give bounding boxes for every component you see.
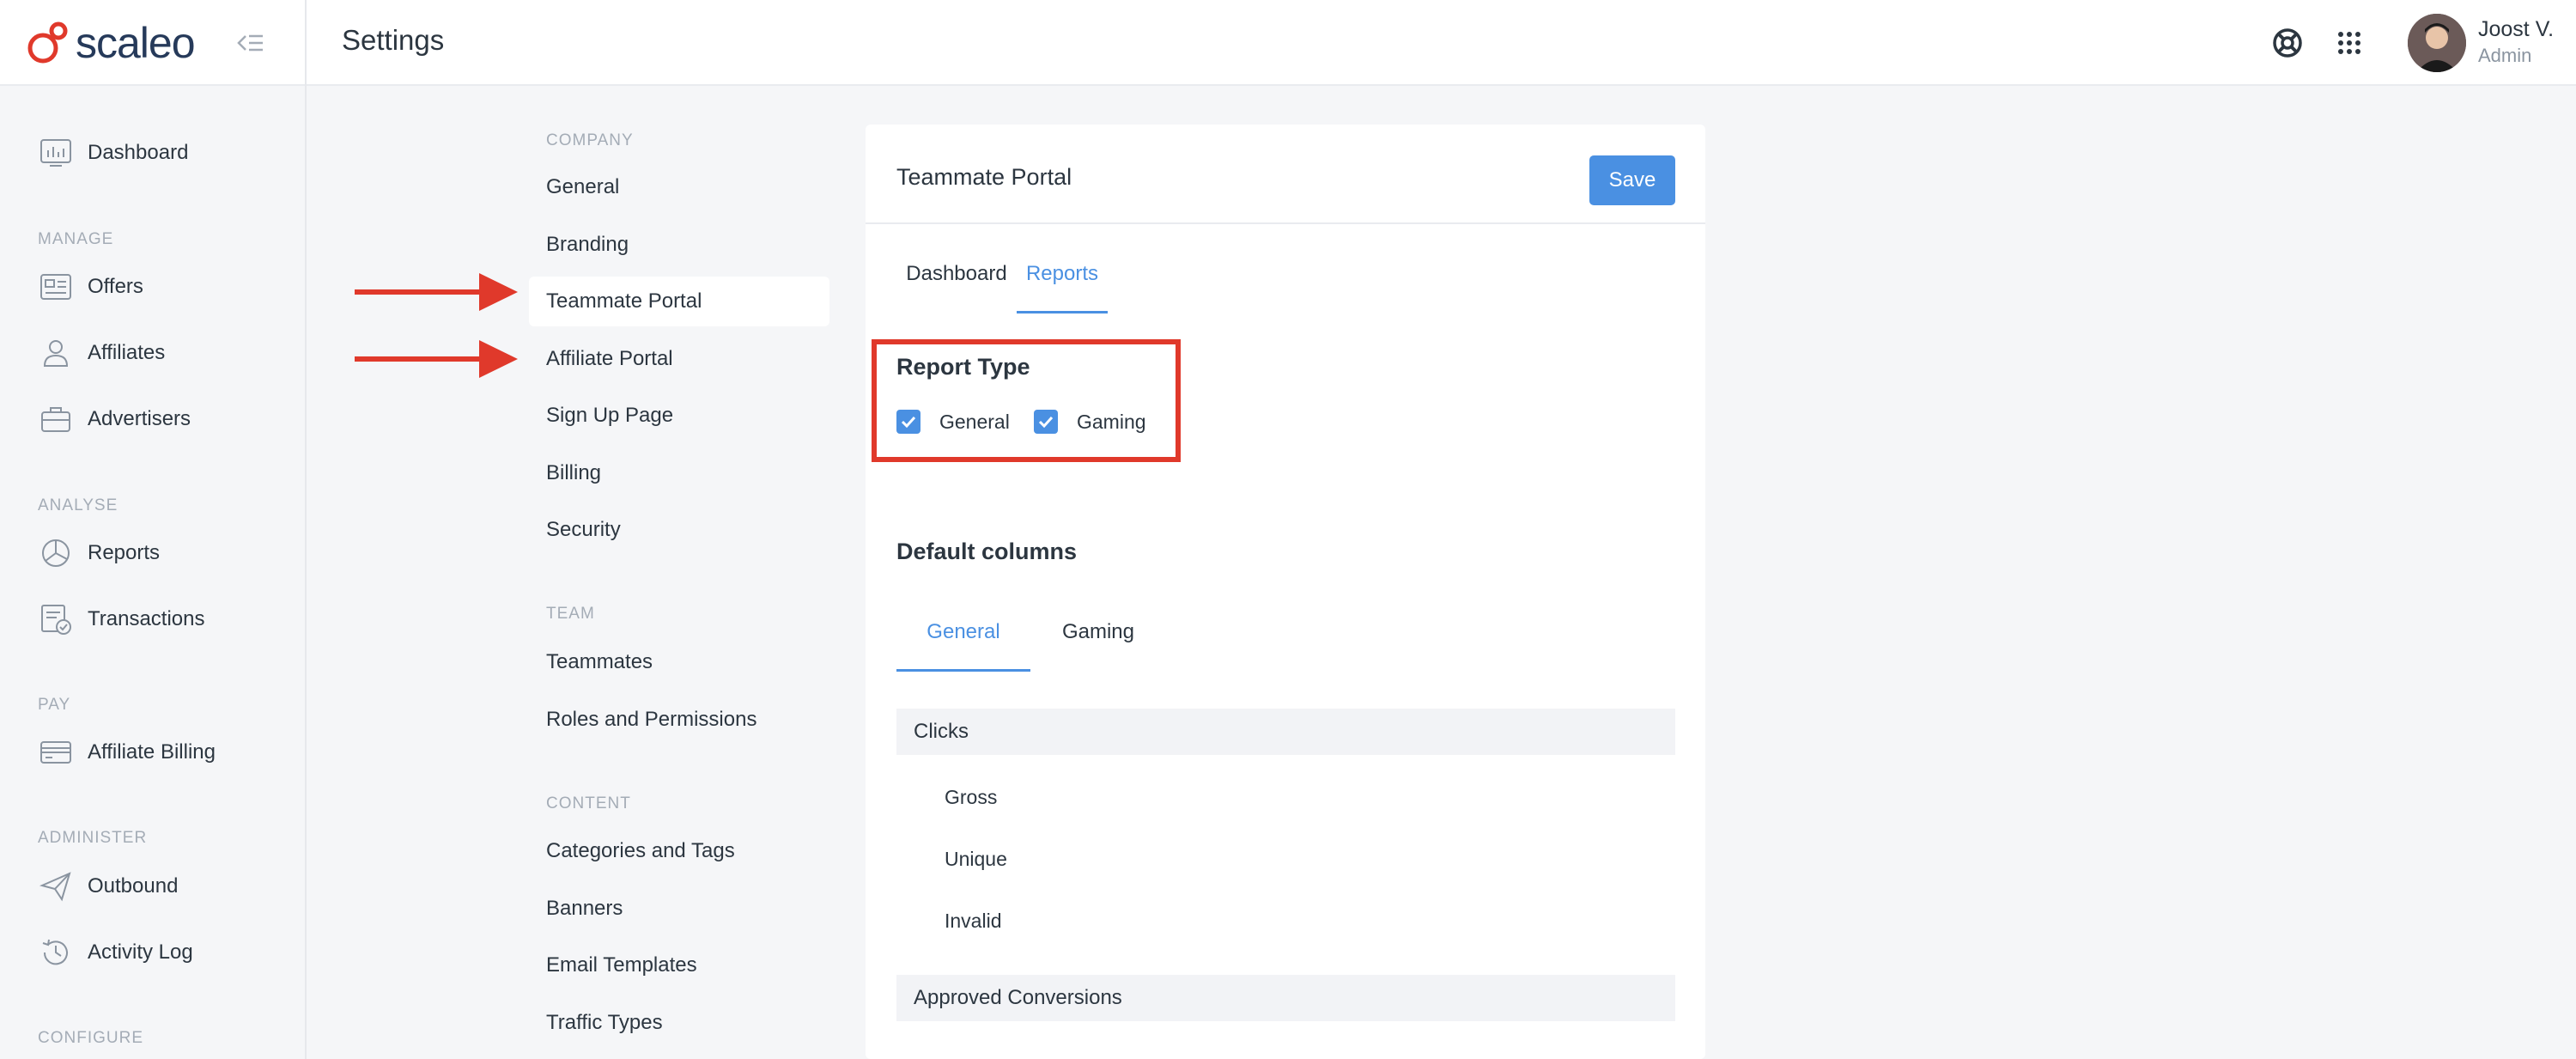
briefcase-icon: [38, 401, 74, 437]
collapse-sidebar-icon[interactable]: [234, 26, 268, 60]
settings-nav-teammate-portal[interactable]: Teammate Portal: [529, 277, 829, 326]
column-item[interactable]: Gross: [945, 786, 997, 809]
column-item[interactable]: Unique: [945, 848, 1007, 871]
paper-plane-icon: [38, 868, 74, 904]
column-group-approved-conversions[interactable]: Approved Conversions: [896, 975, 1675, 1021]
sidebar-item-label: Dashboard: [88, 141, 189, 164]
sidebar-item-affiliate-billing[interactable]: Affiliate Billing: [38, 731, 216, 774]
checkmark-icon: [1034, 410, 1058, 434]
sidebar-item-outbound[interactable]: Outbound: [38, 865, 178, 908]
user-name[interactable]: Joost V.: [2478, 17, 2554, 42]
settings-nav-categories-tags[interactable]: Categories and Tags: [529, 826, 829, 876]
settings-nav-affiliate-portal[interactable]: Affiliate Portal: [529, 334, 829, 384]
sidebar-item-reports[interactable]: Reports: [38, 532, 160, 575]
settings-nav-security[interactable]: Security: [529, 505, 829, 555]
card-title: Teammate Portal: [896, 164, 1072, 190]
apps-grid-icon[interactable]: [2329, 22, 2370, 64]
sidebar-section-manage: MANAGE: [38, 230, 114, 248]
report-type-title: Report Type: [896, 354, 1030, 380]
sidebar-item-dashboard[interactable]: Dashboard: [38, 131, 188, 174]
sidebar-item-offers[interactable]: Offers: [38, 265, 143, 308]
columns-tab-general[interactable]: General: [896, 612, 1030, 672]
settings-nav-billing[interactable]: Billing: [529, 448, 829, 498]
sidebar-item-label: Reports: [88, 541, 161, 564]
default-columns-title: Default columns: [896, 539, 1078, 564]
annotation-arrow-teammate-portal: [355, 271, 518, 313]
sidebar-item-label: Outbound: [88, 874, 179, 898]
tab-reports[interactable]: Reports: [1017, 253, 1108, 313]
offers-icon: [38, 269, 74, 305]
sidebar-item-label: Offers: [88, 275, 143, 298]
sidebar-item-advertisers[interactable]: Advertisers: [38, 398, 191, 441]
checkbox-label: General: [939, 410, 1010, 433]
help-lifebuoy-icon[interactable]: [2267, 22, 2308, 64]
dashboard-icon: [38, 135, 74, 171]
settings-nav-teammates[interactable]: Teammates: [529, 637, 829, 687]
column-item[interactable]: Invalid: [945, 910, 1001, 933]
sidebar-section-administer: ADMINISTER: [38, 829, 148, 847]
page-title: Settings: [342, 24, 445, 56]
sidebar-item-label: Affiliate Billing: [88, 740, 216, 764]
sidebar-section-pay: PAY: [38, 696, 71, 714]
tab-dashboard[interactable]: Dashboard: [902, 253, 1012, 313]
sidebar-item-affiliates[interactable]: Affiliates: [38, 332, 165, 374]
user-role: Admin: [2478, 45, 2532, 66]
sidebar-section-configure: CONFIGURE: [38, 1029, 143, 1047]
report-type-general-checkbox[interactable]: General: [896, 410, 1010, 434]
logo-text: scaleo: [76, 19, 196, 67]
settings-nav-banners[interactable]: Banners: [529, 884, 829, 934]
sidebar-item-label: Affiliates: [88, 341, 166, 364]
pie-chart-icon: [38, 535, 74, 571]
sidebar-divider: [305, 0, 307, 1059]
sidebar-item-label: Transactions: [88, 607, 205, 630]
sidebar-section-analyse: ANALYSE: [38, 496, 118, 514]
scaleo-logo-icon: [27, 21, 68, 64]
credit-card-icon: [38, 734, 74, 770]
history-icon: [38, 934, 74, 971]
settings-nav-sign-up-page[interactable]: Sign Up Page: [529, 391, 829, 441]
settings-section-content: CONTENT: [546, 794, 631, 813]
avatar[interactable]: [2408, 14, 2466, 72]
sidebar-item-label: Activity Log: [88, 940, 193, 964]
user-icon: [38, 335, 74, 371]
teammate-portal-card: Teammate Portal Save Dashboard Reports R…: [866, 125, 1705, 1059]
transactions-icon: [38, 601, 74, 637]
top-bar: scaleo Settings Joost V. Admin: [0, 0, 2576, 86]
column-group-clicks[interactable]: Clicks: [896, 709, 1675, 755]
card-header: Teammate Portal Save: [866, 125, 1705, 224]
sidebar-item-label: Advertisers: [88, 407, 191, 430]
scaleo-logo[interactable]: scaleo: [26, 17, 196, 69]
settings-nav-traffic-types[interactable]: Traffic Types: [529, 998, 829, 1048]
settings-nav-general[interactable]: General: [529, 162, 829, 212]
checkmark-icon: [896, 410, 920, 434]
sidebar-item-activity-log[interactable]: Activity Log: [38, 931, 193, 974]
settings-section-company: COMPANY: [546, 131, 634, 149]
save-button[interactable]: Save: [1589, 155, 1675, 205]
report-type-gaming-checkbox[interactable]: Gaming: [1034, 410, 1146, 434]
sidebar-item-transactions[interactable]: Transactions: [38, 598, 205, 641]
columns-tab-gaming[interactable]: Gaming: [1046, 612, 1151, 672]
checkbox-label: Gaming: [1077, 410, 1146, 433]
settings-nav-branding[interactable]: Branding: [529, 220, 829, 270]
annotation-arrow-affiliate-portal: [355, 338, 518, 380]
settings-nav-roles-permissions[interactable]: Roles and Permissions: [529, 695, 829, 745]
settings-nav-email-templates[interactable]: Email Templates: [529, 940, 829, 990]
settings-section-team: TEAM: [546, 605, 595, 623]
